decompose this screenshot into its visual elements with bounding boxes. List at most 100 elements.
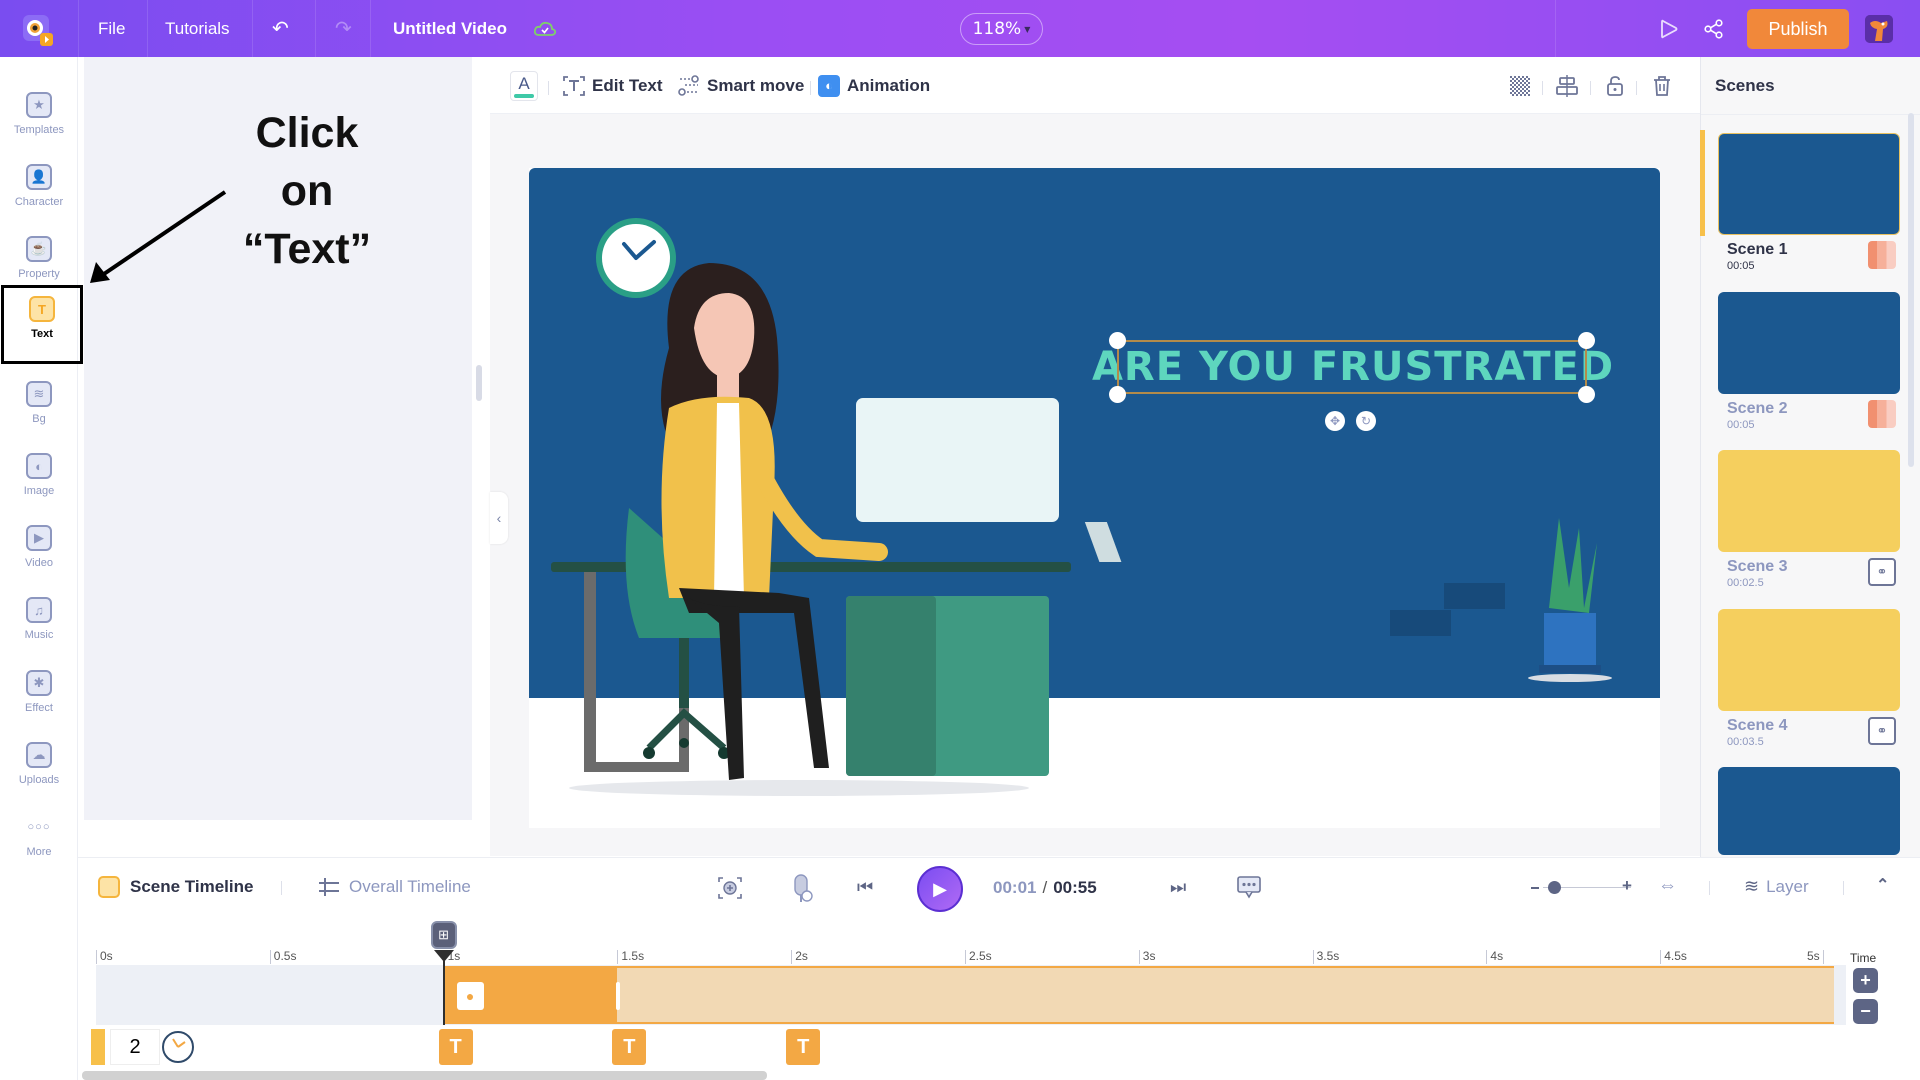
element-toolbar: A Edit Text Smart move ◐ Animation	[490, 57, 1700, 114]
timeline-tick-label: 4s	[1486, 950, 1503, 964]
text-element-marker[interactable]: T	[612, 1029, 647, 1065]
skip-forward-icon[interactable]: ⏭	[1170, 877, 1186, 898]
font-color-button[interactable]: A	[510, 57, 538, 114]
time-decrease-button[interactable]: −	[1853, 999, 1878, 1024]
rail-item-effect[interactable]: ✱ Effect	[0, 662, 78, 730]
rail-item-templates[interactable]: ★ Templates	[0, 84, 78, 152]
rail-item-video[interactable]: ▶ Video	[0, 517, 78, 585]
more-dots-icon: ○○○	[27, 821, 51, 833]
side-panel-scrollbar[interactable]	[476, 365, 482, 401]
scene-card[interactable]: Scene 1 00:05	[1718, 133, 1900, 272]
current-time: 00:01	[993, 878, 1037, 897]
resize-handle-top-right[interactable]	[1578, 332, 1595, 349]
preview-button[interactable]	[1660, 0, 1678, 57]
scene-transition-icon[interactable]	[1868, 241, 1896, 269]
share-button[interactable]	[1704, 0, 1724, 57]
share-icon	[1704, 18, 1723, 39]
timeline-tick-label: 2.5s	[965, 950, 992, 964]
scene-thumbnail[interactable]	[1718, 133, 1900, 235]
skip-back-icon[interactable]: ⏮	[857, 877, 873, 898]
move-handle-icon[interactable]: ✥	[1325, 411, 1345, 431]
scene-thumbnail[interactable]	[1718, 450, 1900, 552]
zoom-level-dropdown[interactable]: 118% ▼	[960, 13, 1043, 45]
delete-button[interactable]	[1652, 57, 1672, 114]
link-scene-icon[interactable]: ⚭	[1868, 716, 1896, 745]
resize-handle-bottom-left[interactable]	[1109, 386, 1126, 403]
transparency-button[interactable]	[1510, 57, 1530, 114]
user-avatar[interactable]	[1865, 15, 1893, 43]
animation-end-handle[interactable]	[616, 982, 621, 1010]
scene-card[interactable]: Scene 3 00:02.5 ⚭	[1718, 450, 1900, 589]
layers-icon: ≋	[1744, 876, 1760, 896]
time-increase-button[interactable]: +	[1853, 968, 1878, 993]
zoom-out-icon[interactable]	[1531, 887, 1539, 889]
edit-text-button[interactable]: Edit Text	[562, 57, 663, 114]
chevron-up-icon[interactable]: ⌃	[1876, 875, 1889, 895]
app-logo[interactable]	[18, 0, 62, 57]
rail-item-image[interactable]: ◐ Image	[0, 445, 78, 513]
redo-icon[interactable]: ↷	[335, 0, 352, 57]
link-scene-icon[interactable]: ⚭	[1868, 558, 1896, 586]
timeline-tick-label: 5s	[1804, 950, 1824, 964]
undo-icon[interactable]: ↶	[272, 0, 289, 57]
rail-item-uploads[interactable]: ☁ Uploads	[0, 734, 78, 802]
playhead-marker[interactable]	[433, 950, 454, 962]
tutorials-menu[interactable]: Tutorials	[165, 0, 230, 57]
element-animation-bar[interactable]: ●	[443, 966, 621, 1024]
element-duration-bar[interactable]	[617, 966, 1834, 1024]
rail-item-text[interactable]: T Text	[1, 285, 83, 364]
checkerboard-icon	[1510, 75, 1530, 96]
person-icon: 👤	[26, 164, 52, 191]
scene-transition-icon[interactable]	[1868, 399, 1896, 428]
play-button[interactable]: ▶	[917, 866, 963, 912]
resize-handle-top-left[interactable]	[1109, 332, 1126, 349]
rail-item-character[interactable]: 👤 Character	[0, 156, 78, 224]
playhead-handle[interactable]: ⊞	[430, 921, 457, 949]
subtitles-button[interactable]	[1236, 875, 1262, 899]
clock-thumb-icon	[162, 1031, 194, 1063]
zoom-in-icon[interactable]: +	[1622, 876, 1632, 896]
collapse-panel-button[interactable]: ‹	[490, 492, 508, 544]
timeline-horizontal-scrollbar[interactable]	[82, 1071, 767, 1080]
scene-card[interactable]: Scene 2 00:05	[1718, 291, 1900, 431]
lock-button[interactable]	[1606, 57, 1624, 114]
font-color-swatch	[514, 93, 534, 98]
align-button[interactable]	[1555, 57, 1579, 114]
timeline-zoom-knob[interactable]	[1547, 881, 1561, 894]
scene-card[interactable]	[1718, 767, 1900, 855]
video-stage[interactable]	[529, 168, 1660, 828]
scenes-scrollbar[interactable]	[1908, 113, 1914, 467]
scene-name: Scene 2	[1727, 399, 1788, 417]
screen-capture-button[interactable]	[717, 876, 743, 900]
text-element-marker[interactable]: T	[786, 1029, 821, 1065]
scene-duration: 00:05	[1727, 260, 1755, 272]
scene-timeline-label: Scene Timeline	[130, 877, 254, 896]
scene-thumbnail[interactable]	[1718, 608, 1900, 711]
scene-timeline-tab[interactable]: Scene Timeline	[98, 876, 253, 898]
text-element-marker[interactable]: T	[438, 1029, 473, 1065]
rail-item-bg[interactable]: ≋ Bg	[0, 373, 78, 441]
scenes-title: Scenes	[1715, 75, 1775, 95]
rail-item-music[interactable]: ♫ Music	[0, 589, 78, 657]
scene-thumbnail[interactable]	[1718, 767, 1900, 855]
scene-thumbnail[interactable]	[1718, 291, 1900, 394]
scene-number-thumb: 2	[110, 1029, 160, 1065]
voiceover-button[interactable]	[791, 874, 813, 904]
wall-clock-icon	[596, 218, 676, 298]
overall-timeline-tab[interactable]: Overall Timeline	[317, 876, 471, 898]
rail-item-label: Text	[31, 328, 53, 340]
resize-handle-bottom-right[interactable]	[1578, 386, 1595, 403]
scene-duration: 00:02.5	[1727, 577, 1764, 589]
scene-card[interactable]: Scene 4 00:03.5 ⚭	[1718, 608, 1900, 748]
rail-item-label: More	[26, 846, 52, 858]
publish-button[interactable]: Publish	[1747, 9, 1849, 49]
rotate-handle-icon[interactable]: ↻	[1356, 411, 1376, 431]
play-outline-icon	[1661, 19, 1678, 38]
rail-item-more[interactable]: ○○○ More	[0, 806, 78, 874]
fit-width-icon[interactable]: ⇔	[1658, 875, 1677, 897]
file-menu[interactable]: File	[98, 0, 125, 57]
project-title[interactable]: Untitled Video	[393, 0, 507, 57]
animation-button[interactable]: ◐ Animation	[818, 57, 930, 114]
smart-move-button[interactable]: Smart move	[678, 57, 804, 114]
layer-button[interactable]: ≋ Layer	[1744, 876, 1809, 897]
